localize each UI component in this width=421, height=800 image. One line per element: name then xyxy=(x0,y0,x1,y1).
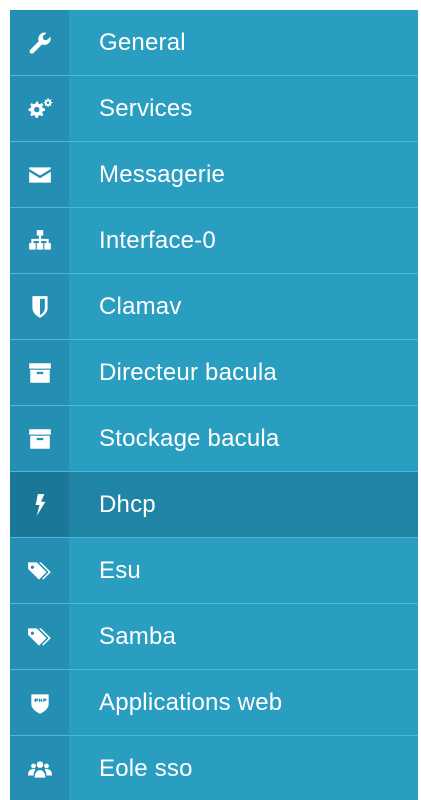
sidebar-item-label: Esu xyxy=(99,556,141,584)
sidebar-item-label: Interface-0 xyxy=(99,226,216,254)
sidebar-item-stockage-bacula[interactable]: Stockage bacula xyxy=(10,406,418,472)
users-icon xyxy=(10,736,69,800)
envelope-icon xyxy=(10,142,69,207)
sidebar-menu: General Services Messagerie Interface-0 … xyxy=(10,10,418,800)
tags-icon xyxy=(10,604,69,669)
sidebar-item-label: Eole sso xyxy=(99,754,193,782)
sitemap-icon xyxy=(10,208,69,273)
sidebar-item-interface-0[interactable]: Interface-0 xyxy=(10,208,418,274)
wrench-icon xyxy=(10,10,69,75)
sidebar-item-applications-web[interactable]: Applications web xyxy=(10,670,418,736)
tags-icon xyxy=(10,538,69,603)
bolt-icon xyxy=(10,472,69,537)
sidebar-item-label: Dhcp xyxy=(99,490,156,518)
sidebar-item-dhcp[interactable]: Dhcp xyxy=(10,472,418,538)
sidebar-item-general[interactable]: General xyxy=(10,10,418,76)
sidebar-item-label: Services xyxy=(99,94,193,122)
sidebar-item-esu[interactable]: Esu xyxy=(10,538,418,604)
sidebar-item-services[interactable]: Services xyxy=(10,76,418,142)
sidebar-item-label: Messagerie xyxy=(99,160,226,188)
gears-icon xyxy=(10,76,69,141)
sidebar-item-samba[interactable]: Samba xyxy=(10,604,418,670)
sidebar-item-messagerie[interactable]: Messagerie xyxy=(10,142,418,208)
sidebar-item-label: Directeur bacula xyxy=(99,358,277,386)
sidebar-item-label: Stockage bacula xyxy=(99,424,280,452)
archive-icon xyxy=(10,406,69,471)
sidebar-item-label: General xyxy=(99,28,186,56)
sidebar-item-clamav[interactable]: Clamav xyxy=(10,274,418,340)
archive-icon xyxy=(10,340,69,405)
sidebar-item-label: Clamav xyxy=(99,292,182,320)
php-icon xyxy=(10,670,69,735)
sidebar-item-directeur-bacula[interactable]: Directeur bacula xyxy=(10,340,418,406)
sidebar-item-label: Applications web xyxy=(99,688,283,716)
sidebar-item-label: Samba xyxy=(99,622,177,650)
sidebar-item-eole-sso[interactable]: Eole sso xyxy=(10,736,418,800)
shield-icon xyxy=(10,274,69,339)
